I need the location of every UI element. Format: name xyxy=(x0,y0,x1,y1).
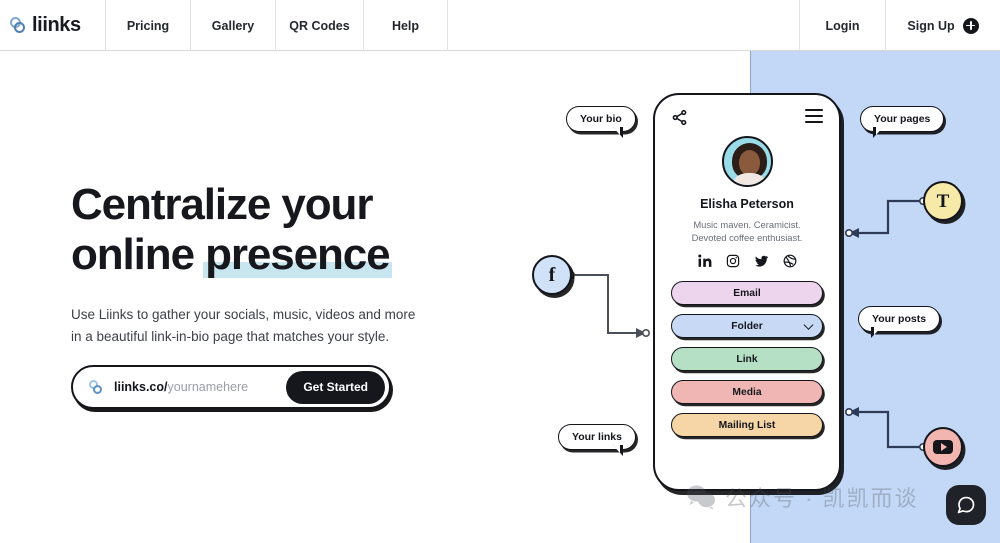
login-button[interactable]: Login xyxy=(800,0,886,51)
facebook-glyph: f xyxy=(548,264,556,286)
link-button-media[interactable]: Media xyxy=(671,380,823,404)
hero-subtitle: Use Liinks to gather your socials, music… xyxy=(71,304,491,348)
heading-highlight: presence xyxy=(203,230,392,279)
avatar xyxy=(721,136,773,187)
plus-circle-icon xyxy=(962,17,979,34)
callout-your-pages: Your pages xyxy=(860,106,945,138)
page-root: liinks Pricing Gallery QR Codes Help Log… xyxy=(0,0,1000,543)
get-started-button[interactable]: Get Started xyxy=(286,370,385,404)
link-label: Folder xyxy=(731,320,763,332)
profile-bio: Music maven. Ceramicist. Devoted coffee … xyxy=(671,218,823,244)
youtube-node[interactable] xyxy=(923,427,963,467)
link-label: Media xyxy=(732,386,762,398)
chat-bubble-icon xyxy=(957,496,975,514)
link-button-email[interactable]: Email xyxy=(671,281,823,305)
url-domain-prefix: liinks.co/ xyxy=(114,380,168,394)
nav-item-pricing[interactable]: Pricing xyxy=(106,0,191,51)
phone-mockup: Elisha Peterson Music maven. Ceramicist.… xyxy=(653,93,841,491)
typography-node[interactable]: T xyxy=(923,181,963,221)
top-navigation-bar: liinks Pricing Gallery QR Codes Help Log… xyxy=(0,0,1000,51)
signup-url-bar[interactable]: liinks.co/ yournamehere Get Started xyxy=(71,365,391,409)
bio-line-2: Devoted coffee enthusiast. xyxy=(691,232,803,243)
brand-name: liinks xyxy=(32,14,81,36)
signup-label: Sign Up xyxy=(907,18,955,33)
profile-display-name: Elisha Peterson xyxy=(700,197,794,211)
share-icon[interactable] xyxy=(671,109,688,126)
signup-button[interactable]: Sign Up xyxy=(886,0,1000,51)
nav-item-help[interactable]: Help xyxy=(364,0,448,51)
link-button-mailing-list[interactable]: Mailing List xyxy=(671,413,823,437)
facebook-node[interactable]: f xyxy=(532,255,572,295)
nav-item-gallery[interactable]: Gallery xyxy=(191,0,276,51)
link-button-folder[interactable]: Folder xyxy=(671,314,823,338)
dribbble-icon[interactable] xyxy=(783,254,797,268)
heading-line-1: Centralize your xyxy=(71,180,373,229)
page-title: Centralize your online presence xyxy=(71,180,491,280)
subtitle-line-2: in a beautiful link-in-bio page that mat… xyxy=(71,329,390,344)
callout-your-bio: Your bio xyxy=(566,106,636,138)
subtitle-line-1: Use Liinks to gather your socials, music… xyxy=(71,307,416,322)
link-label: Email xyxy=(733,287,761,299)
bio-line-1: Music maven. Ceramicist. xyxy=(693,219,801,230)
youtube-play-icon xyxy=(933,440,953,454)
liinks-rings-logo-icon-small xyxy=(89,379,104,395)
liinks-rings-logo-icon xyxy=(10,17,27,34)
chat-support-button[interactable] xyxy=(946,485,986,525)
nav-item-qr-codes[interactable]: QR Codes xyxy=(276,0,364,51)
typography-glyph: T xyxy=(936,190,950,212)
instagram-icon[interactable] xyxy=(726,254,740,268)
profile-links-list: Email Folder Link Media Mailing List xyxy=(671,281,823,437)
hero-section: Centralize your online presence Use Liin… xyxy=(71,180,491,348)
username-input-placeholder[interactable]: yournamehere xyxy=(168,380,249,394)
heading-line-2-plain: online xyxy=(71,230,206,279)
linkedin-icon[interactable] xyxy=(697,254,712,268)
twitter-icon[interactable] xyxy=(754,254,769,268)
nav-spacer xyxy=(448,0,800,50)
callout-your-links: Your links xyxy=(558,424,636,456)
callout-your-posts: Your posts xyxy=(858,306,941,338)
link-label: Link xyxy=(736,353,758,365)
hamburger-menu-icon[interactable] xyxy=(805,109,823,123)
chevron-down-icon xyxy=(803,320,814,330)
brand-logo[interactable]: liinks xyxy=(0,0,106,51)
link-label: Mailing List xyxy=(718,419,776,431)
profile-social-icons xyxy=(671,254,823,268)
phone-header xyxy=(671,109,823,129)
nav-right-group: Login Sign Up xyxy=(800,0,1000,51)
link-button-link[interactable]: Link xyxy=(671,347,823,371)
